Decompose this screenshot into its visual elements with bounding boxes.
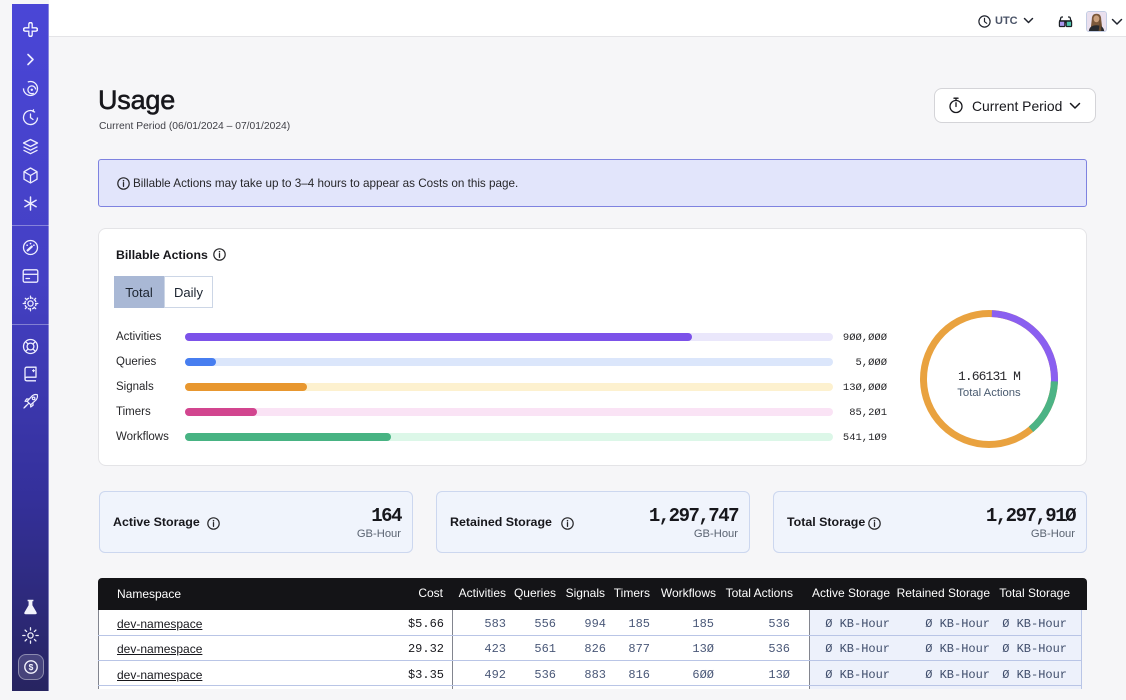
svg-text:$: $ xyxy=(29,662,34,672)
